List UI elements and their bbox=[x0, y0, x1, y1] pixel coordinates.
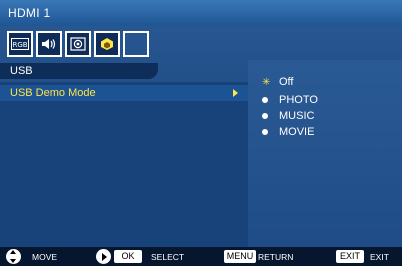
speaker-icon bbox=[42, 39, 56, 49]
display-setup-icon bbox=[70, 37, 86, 51]
menu-category-strip: RGB bbox=[7, 31, 149, 57]
selected-marker-icon: ✳ bbox=[262, 76, 271, 88]
exit-key: EXIT bbox=[336, 250, 364, 263]
empty-category-slot bbox=[123, 31, 149, 57]
picture-category[interactable]: RGB bbox=[7, 31, 33, 57]
key-guide-bar: MOVE OK SELECT MENU RETURN EXIT EXIT bbox=[0, 247, 402, 266]
option-icon bbox=[101, 38, 113, 50]
setup-category[interactable] bbox=[65, 31, 91, 57]
title-bar: HDMI 1 bbox=[0, 0, 402, 26]
bullet-icon bbox=[262, 97, 268, 103]
option-label: Off bbox=[279, 76, 294, 88]
osd-screen: HDMI 1 RGB USB USB Demo Mode ✳ Off PHOTO… bbox=[0, 0, 402, 266]
rgb-picture-icon: RGB bbox=[11, 38, 29, 50]
section-header: USB bbox=[0, 63, 158, 79]
menu-item-label: USB Demo Mode bbox=[10, 87, 96, 99]
menu-item-usb-demo-mode[interactable]: USB Demo Mode bbox=[0, 85, 248, 101]
option-category[interactable] bbox=[94, 31, 120, 57]
select-arrow-icon bbox=[96, 249, 111, 264]
option-off[interactable]: ✳ Off bbox=[262, 76, 293, 88]
move-arrows-icon bbox=[6, 249, 21, 264]
options-panel bbox=[248, 60, 402, 247]
ok-key: OK bbox=[114, 250, 142, 263]
svg-text:RGB: RGB bbox=[12, 41, 27, 49]
option-label: MUSIC bbox=[279, 110, 315, 122]
option-movie[interactable]: MOVIE bbox=[262, 126, 314, 138]
option-photo[interactable]: PHOTO bbox=[262, 94, 318, 106]
input-source-title: HDMI 1 bbox=[8, 6, 51, 20]
select-hint: SELECT bbox=[151, 252, 185, 262]
bullet-icon bbox=[262, 113, 268, 119]
exit-hint: EXIT bbox=[370, 252, 389, 262]
option-music[interactable]: MUSIC bbox=[262, 110, 314, 122]
bullet-icon bbox=[262, 129, 268, 135]
option-label: PHOTO bbox=[279, 94, 318, 106]
option-label: MOVIE bbox=[279, 126, 315, 138]
audio-category[interactable] bbox=[36, 31, 62, 57]
return-hint: RETURN bbox=[258, 252, 294, 262]
submenu-arrow-icon bbox=[233, 89, 238, 97]
section-title: USB bbox=[10, 65, 33, 77]
menu-list-panel bbox=[0, 82, 248, 247]
menu-key: MENU bbox=[224, 250, 256, 263]
move-hint: MOVE bbox=[32, 252, 58, 262]
